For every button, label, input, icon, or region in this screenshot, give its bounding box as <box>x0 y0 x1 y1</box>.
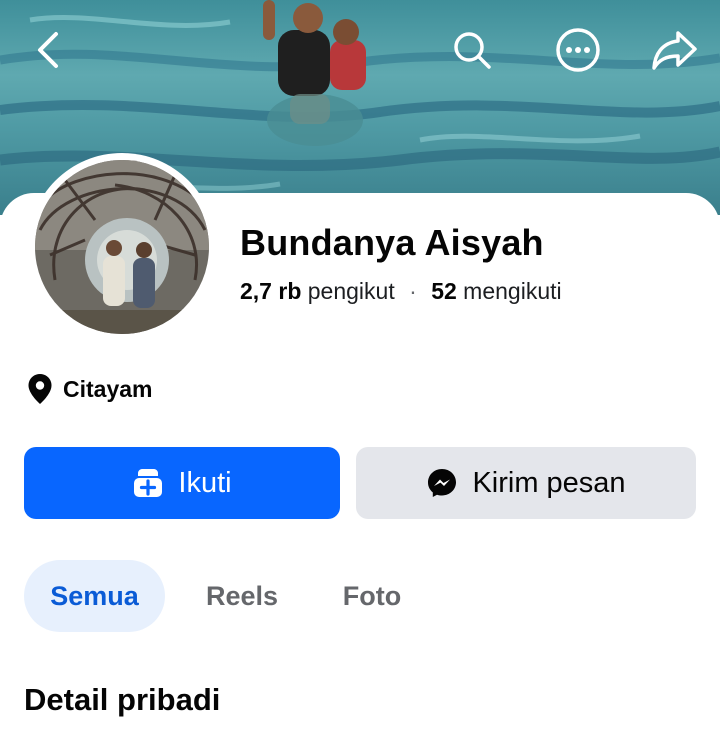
send-message-label: Kirim pesan <box>472 466 626 499</box>
share-button[interactable] <box>648 24 700 76</box>
share-arrow-icon <box>652 31 697 70</box>
more-horizontal-icon <box>556 28 600 72</box>
following-count[interactable]: 52 <box>431 278 457 304</box>
tab-foto[interactable]: Foto <box>322 560 422 632</box>
profile-avatar[interactable] <box>28 153 216 341</box>
send-message-button[interactable]: Kirim pesan <box>356 447 696 519</box>
location-text: Citayam <box>63 375 153 402</box>
tab-reels[interactable]: Reels <box>188 560 296 632</box>
location-row: Citayam <box>27 373 152 405</box>
more-options-button[interactable] <box>552 24 604 76</box>
profile-stats: 2,7 rb pengikut · 52 mengikuti <box>240 278 562 305</box>
tab-semua[interactable]: Semua <box>24 560 165 632</box>
location-pin-icon <box>28 374 52 404</box>
avatar-image <box>35 160 209 334</box>
add-friend-icon <box>132 467 164 499</box>
search-icon <box>454 32 491 69</box>
followers-label[interactable]: pengikut <box>308 278 395 304</box>
search-button[interactable] <box>446 24 498 76</box>
follow-button[interactable]: Ikuti <box>24 447 340 519</box>
chevron-left-icon <box>38 32 58 68</box>
back-button[interactable] <box>22 24 74 76</box>
personal-details-title: Detail pribadi <box>24 682 221 717</box>
stats-separator: · <box>409 278 417 304</box>
followers-count[interactable]: 2,7 rb <box>240 278 301 304</box>
follow-button-label: Ikuti <box>178 466 232 499</box>
profile-name: Bundanya Aisyah <box>240 222 544 263</box>
messenger-icon <box>426 467 458 499</box>
following-label[interactable]: mengikuti <box>463 278 561 304</box>
